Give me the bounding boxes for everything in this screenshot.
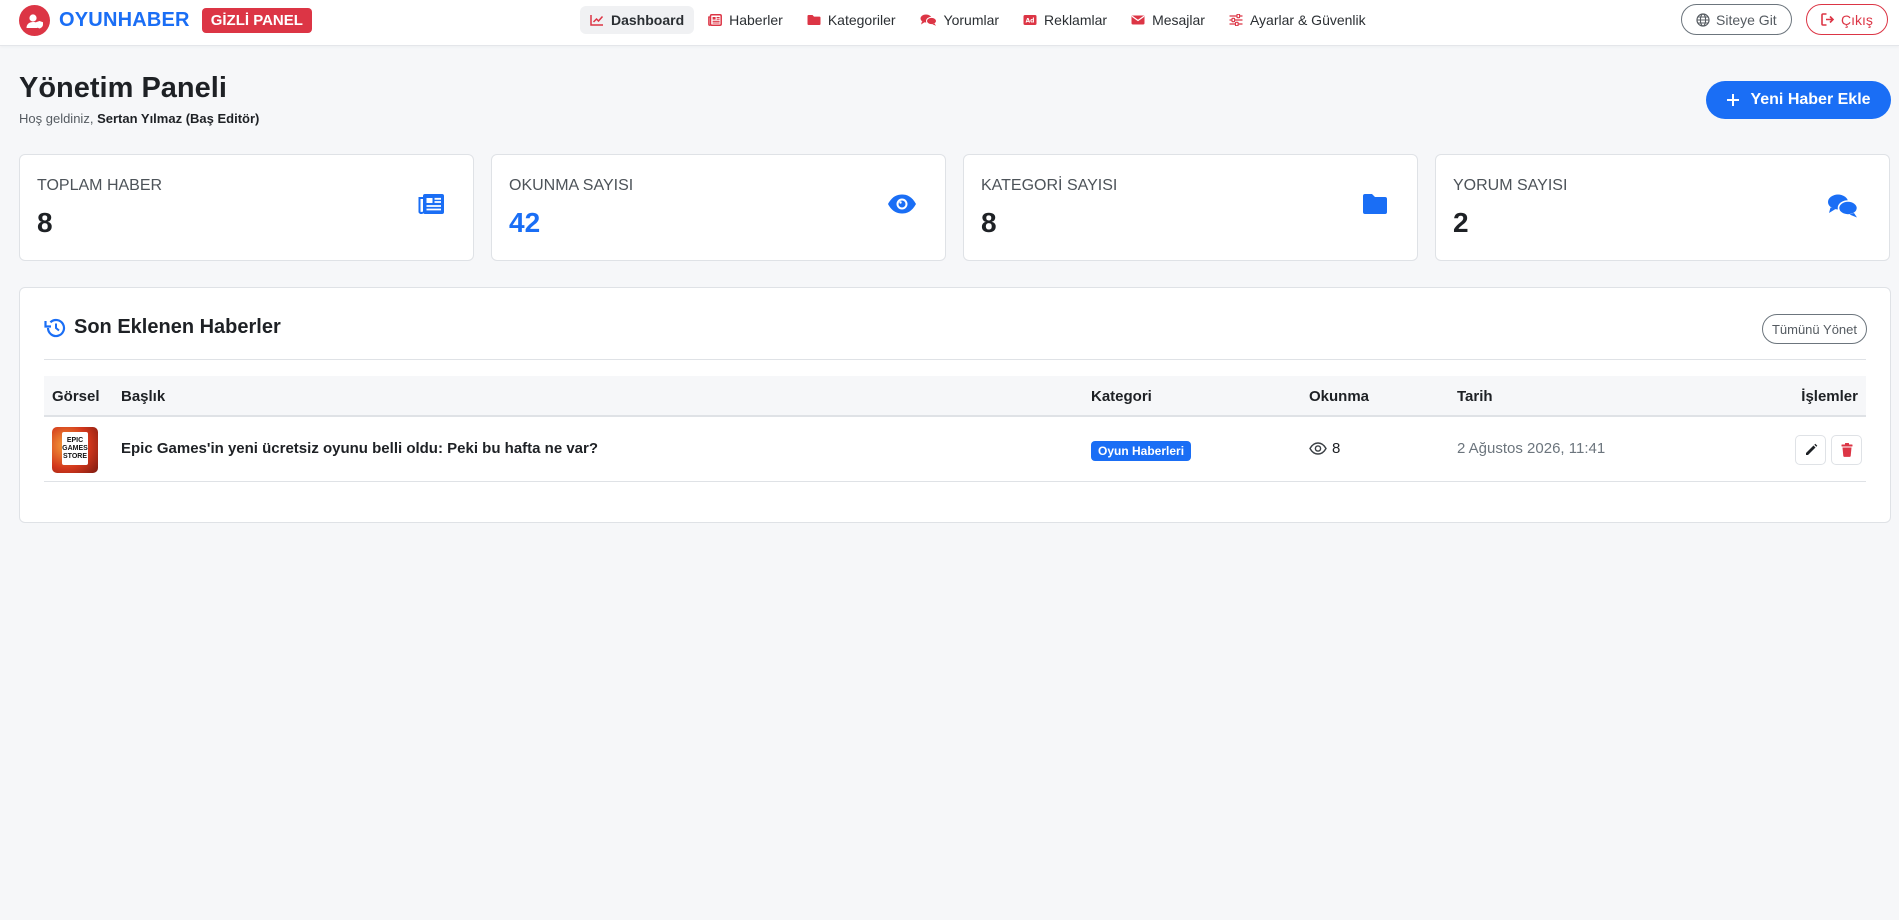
pencil-icon	[1805, 443, 1817, 455]
welcome-text: Hoş geldiniz, Sertan Yılmaz (Baş Editör)	[19, 111, 259, 126]
nav-label: Dashboard	[611, 12, 685, 28]
nav-label: Haberler	[729, 12, 783, 28]
page-title: Yönetim Paneli	[19, 72, 227, 104]
envelope-icon	[1131, 15, 1145, 25]
folder-icon	[1363, 194, 1387, 214]
sign-out-icon	[1821, 13, 1835, 26]
top-navbar: OYUNHABER GİZLİ PANEL Dashboard Haberler…	[0, 0, 1899, 46]
col-header-date: Tarih	[1457, 388, 1493, 405]
table-row: EPIC GAMES STORE Epic Games'in yeni ücre…	[44, 418, 1866, 482]
col-header-actions: İşlemler	[1801, 388, 1858, 405]
ad-icon: Ad	[1023, 15, 1037, 25]
visit-site-button[interactable]: Siteye Git	[1681, 4, 1792, 35]
recent-news-title-text: Son Eklenen Haberler	[74, 316, 281, 338]
divider	[44, 359, 1866, 360]
plus-icon	[1727, 94, 1740, 106]
nav-item-mesajlar[interactable]: Mesajlar	[1121, 6, 1215, 34]
stat-card-comments: YORUM SAYISI 2	[1435, 154, 1890, 261]
sliders-icon	[1229, 14, 1243, 26]
logout-label: Çıkış	[1841, 11, 1873, 28]
logout-button[interactable]: Çıkış	[1806, 4, 1888, 35]
category-badge: Oyun Haberleri	[1091, 441, 1192, 461]
add-news-button[interactable]: Yeni Haber Ekle	[1706, 81, 1891, 119]
nav-label: Kategoriler	[827, 12, 896, 28]
nav-item-dashboard[interactable]: Dashboard	[580, 6, 695, 34]
history-icon	[44, 318, 66, 337]
folder-icon	[807, 15, 821, 25]
globe-icon	[1696, 12, 1710, 27]
news-thumbnail[interactable]: EPIC GAMES STORE	[52, 427, 98, 473]
nav-label: Mesajlar	[1152, 12, 1205, 28]
nav-item-ayarlar[interactable]: Ayarlar & Güvenlik	[1219, 6, 1376, 34]
stat-card-total-news: TOPLAM HABER 8	[19, 154, 474, 261]
nav-item-kategoriler[interactable]: Kategoriler	[797, 6, 906, 34]
stat-label: OKUNMA SAYISI	[509, 177, 634, 194]
stat-value: 8	[37, 207, 53, 238]
news-date: 2 Ağustos 2026, 11:41	[1457, 440, 1606, 457]
stat-value: 8	[981, 207, 997, 238]
stat-label: YORUM SAYISI	[1453, 177, 1568, 194]
views-count: 8	[1332, 440, 1341, 457]
nav-item-haberler[interactable]: Haberler	[698, 6, 793, 34]
table-header: Görsel Başlık Kategori Okunma Tarih İşle…	[44, 376, 1866, 417]
nav-item-reklamlar[interactable]: Ad Reklamlar	[1013, 6, 1117, 34]
logo-text: EPIC	[66, 436, 84, 444]
news-views: 8	[1309, 440, 1340, 457]
newspaper-icon	[418, 194, 444, 214]
stat-label: KATEGORİ SAYISI	[981, 177, 1118, 194]
eye-icon	[1309, 442, 1327, 455]
logo-text: GAMES	[62, 444, 88, 452]
nav-label: Yorumlar	[943, 12, 1000, 28]
chart-line-icon	[590, 15, 604, 26]
col-header-category: Kategori	[1091, 388, 1152, 405]
welcome-prefix: Hoş geldiniz,	[19, 111, 94, 126]
delete-button[interactable]	[1831, 435, 1862, 465]
stat-card-categories: KATEGORİ SAYISI 8	[963, 154, 1418, 261]
logo-text: STORE	[63, 452, 87, 460]
comments-icon	[920, 14, 937, 26]
brand-name: OYUNHABER	[59, 9, 190, 31]
user-shield-icon	[19, 5, 50, 36]
panel-badge: GİZLİ PANEL	[201, 8, 312, 33]
edit-button[interactable]	[1795, 435, 1826, 465]
stat-label: TOPLAM HABER	[37, 177, 163, 194]
eye-icon	[888, 194, 916, 214]
stat-value: 2	[1453, 207, 1469, 238]
brand[interactable]: OYUNHABER GİZLİ PANEL	[19, 5, 312, 36]
main-nav: Dashboard Haberler Kategoriler Yorumlar …	[580, 6, 1380, 34]
stat-value: 42	[509, 207, 541, 238]
nav-label: Reklamlar	[1044, 12, 1108, 28]
recent-news-panel: Son Eklenen Haberler Tümünü Yönet Görsel…	[19, 287, 1891, 523]
comments-icon	[1828, 194, 1859, 218]
col-header-views: Okunma	[1309, 388, 1370, 405]
trash-icon	[1841, 443, 1852, 457]
nav-label: Ayarlar & Güvenlik	[1249, 12, 1366, 28]
manage-all-button[interactable]: Tümünü Yönet	[1761, 314, 1867, 344]
recent-news-title: Son Eklenen Haberler	[44, 316, 281, 339]
svg-text:Ad: Ad	[1026, 18, 1035, 25]
news-title[interactable]: Epic Games'in yeni ücretsiz oyunu belli …	[121, 440, 598, 457]
nav-item-yorumlar[interactable]: Yorumlar	[910, 6, 1010, 34]
current-user: Sertan Yılmaz (Baş Editör)	[97, 111, 260, 126]
col-header-image: Görsel	[52, 388, 100, 405]
visit-site-label: Siteye Git	[1716, 11, 1777, 28]
epic-games-logo: EPIC GAMES STORE	[62, 432, 88, 465]
col-header-title: Başlık	[121, 388, 166, 405]
newspaper-icon	[708, 14, 723, 26]
stat-card-views: OKUNMA SAYISI 42	[491, 154, 946, 261]
add-news-label: Yeni Haber Ekle	[1750, 91, 1871, 108]
